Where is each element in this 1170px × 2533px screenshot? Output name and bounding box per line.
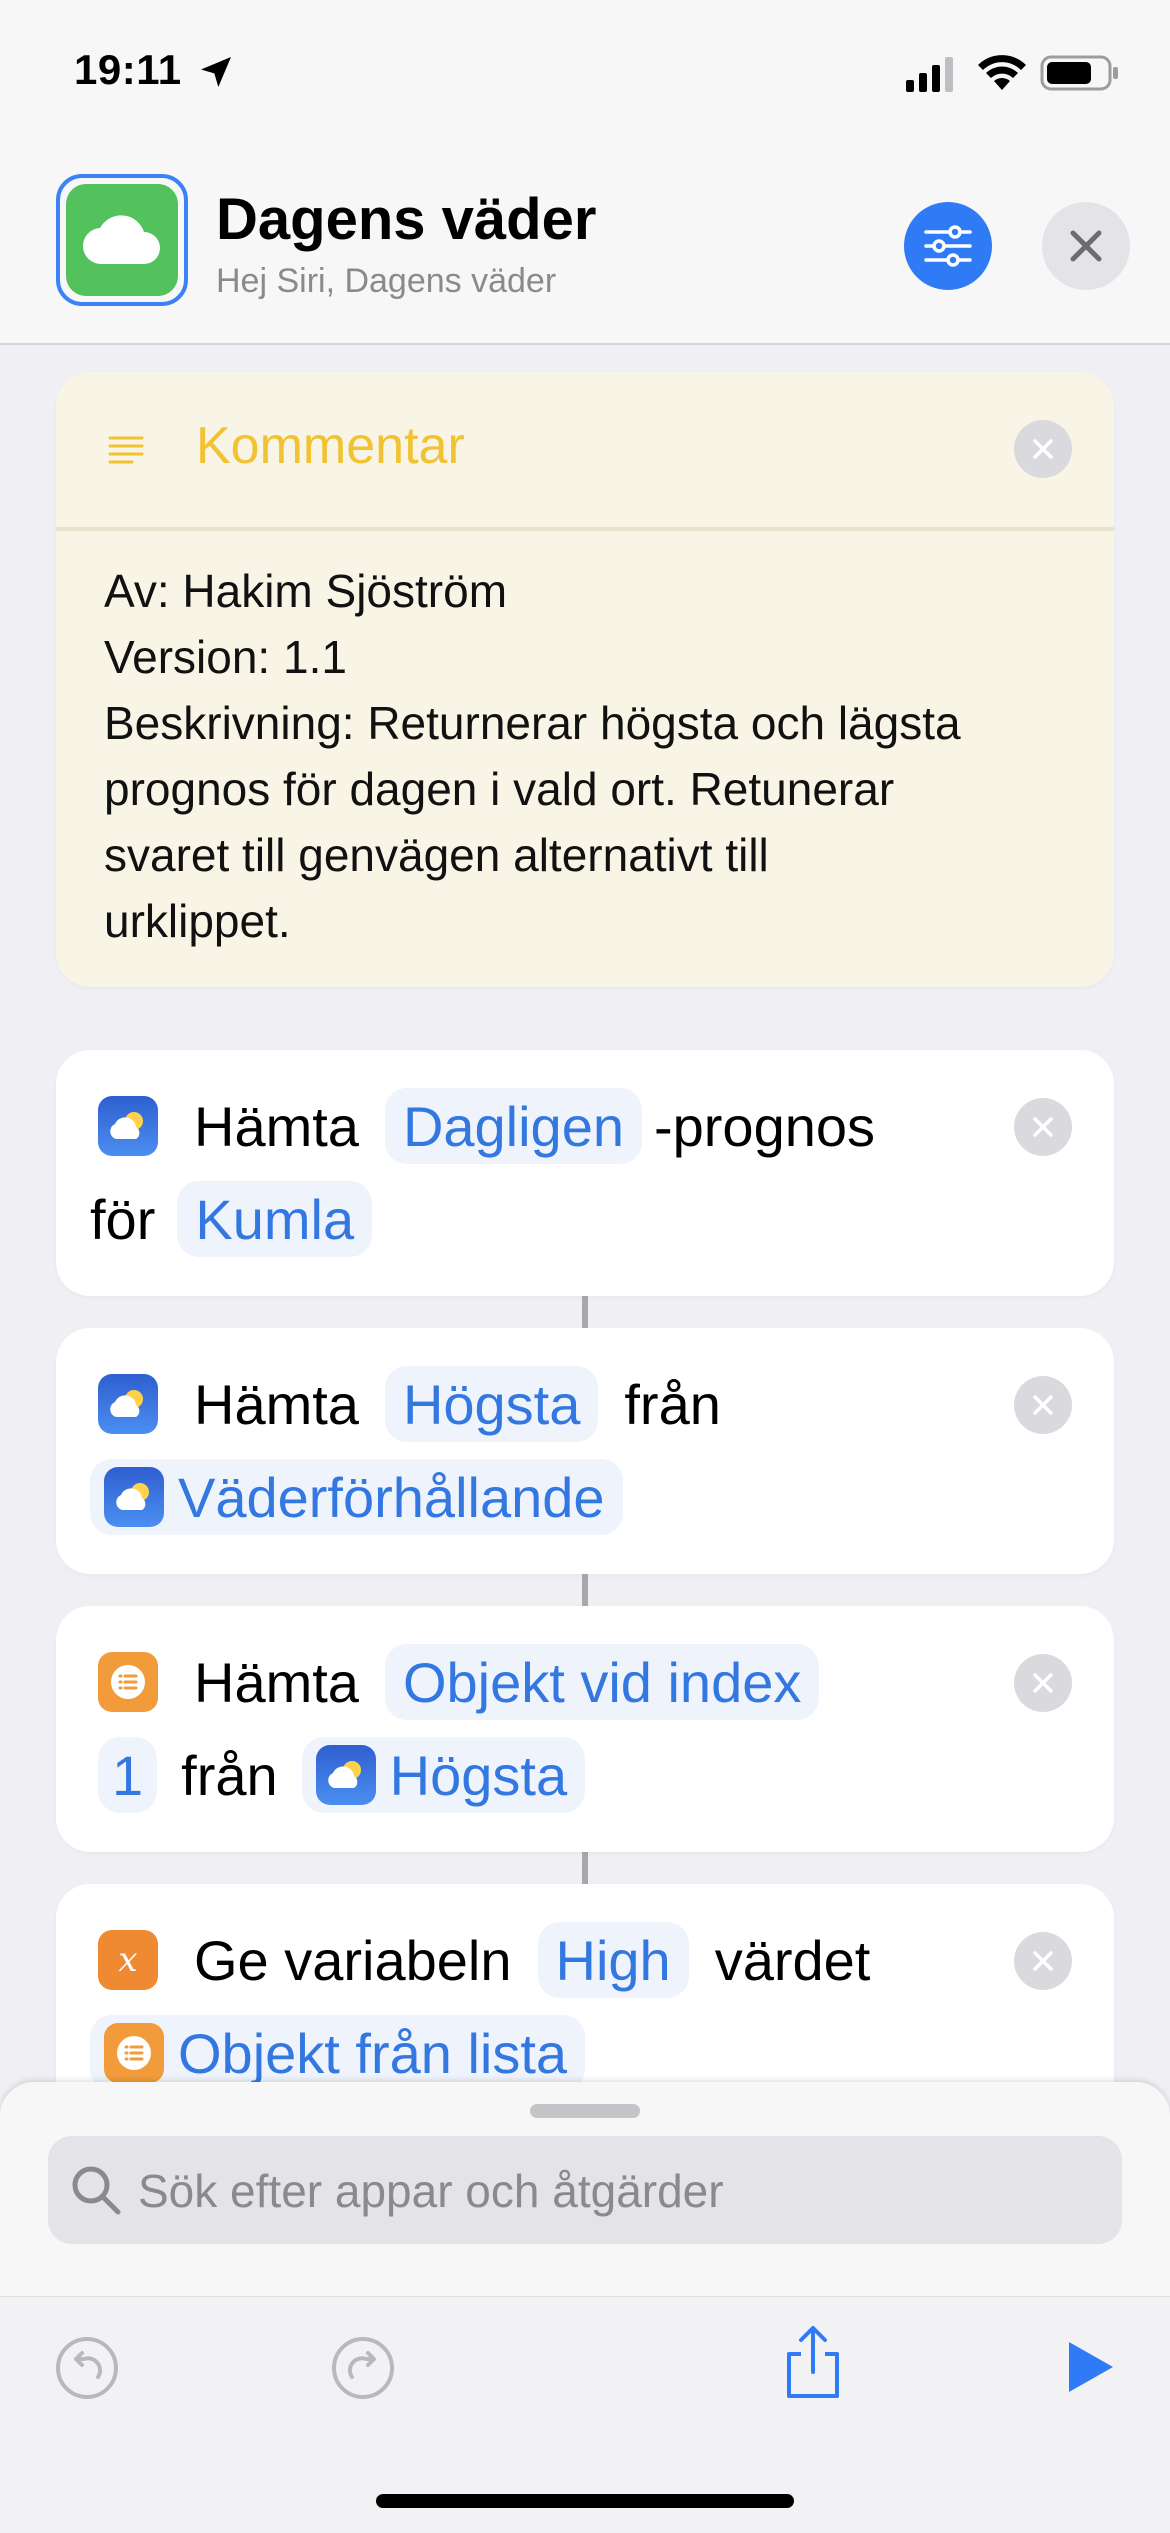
location-parameter[interactable]: Kumla <box>177 1181 373 1257</box>
close-icon <box>1033 1951 1053 1971</box>
run-button[interactable] <box>1060 2333 1120 2401</box>
list-icon <box>98 1652 158 1712</box>
close-icon <box>1070 230 1102 262</box>
share-icon <box>787 2326 839 2398</box>
weather-icon <box>98 1374 158 1434</box>
variable-name-parameter[interactable]: High <box>537 1922 689 1998</box>
action-text: från <box>624 1372 721 1436</box>
close-icon <box>1033 1117 1053 1137</box>
weather-icon <box>104 1467 164 1527</box>
comment-line: prognos för dagen i vald ort. Retunerar <box>104 763 895 815</box>
item-from-list-variable[interactable]: Objekt från lista <box>90 2015 586 2091</box>
undo-icon <box>56 2337 118 2399</box>
action-text: från <box>181 1743 278 1807</box>
status-bar: 19:11 <box>0 0 1170 150</box>
close-button[interactable] <box>1042 202 1130 290</box>
action-verb: Hämta <box>194 1650 359 1714</box>
search-icon <box>72 2166 121 2215</box>
battery-icon <box>1040 55 1118 91</box>
action-text: för <box>90 1187 156 1251</box>
list-icon <box>104 2023 164 2083</box>
redo-button[interactable] <box>328 2333 398 2403</box>
text-lines-icon <box>108 436 144 464</box>
shortcut-header: Dagens väder Hej Siri, Dagens väder <box>0 150 1170 345</box>
comment-action[interactable]: Kommentar Av: Hakim Sjöström Version: 1.… <box>56 372 1114 987</box>
cellular-signal-icon <box>906 57 953 92</box>
shortcut-icon[interactable] <box>56 174 188 306</box>
variable-label: Väderförhållande <box>178 1465 605 1529</box>
action-connector <box>582 1852 588 1884</box>
variable-label: Högsta <box>389 1743 568 1807</box>
get-weather-detail-action[interactable]: Hämta Högsta från Väderförhållande <box>56 1328 1114 1574</box>
remove-action-button[interactable] <box>1014 1098 1072 1156</box>
share-button[interactable] <box>776 2319 850 2405</box>
forecast-type-parameter[interactable]: Dagligen <box>384 1088 642 1164</box>
get-weather-forecast-action[interactable]: Hämta Dagligen -prognos för Kumla <box>56 1050 1114 1296</box>
remove-action-button[interactable] <box>1014 1376 1072 1434</box>
variable-label: Objekt från lista <box>178 2021 568 2085</box>
weather-icon <box>315 1745 376 1805</box>
comment-line: Beskrivning: Returnerar högsta och lägst… <box>104 697 961 749</box>
close-icon <box>1033 1395 1053 1415</box>
comment-title: Kommentar <box>196 417 465 475</box>
sliders-icon <box>924 225 972 267</box>
settings-button[interactable] <box>904 202 992 290</box>
index-value-parameter[interactable]: 1 <box>98 1737 158 1813</box>
close-icon <box>1033 439 1053 459</box>
shortcut-title[interactable]: Dagens väder <box>216 186 596 253</box>
remove-action-button[interactable] <box>1014 1654 1072 1712</box>
action-connector <box>582 1574 588 1606</box>
comment-header: Kommentar <box>56 372 1114 531</box>
comment-text[interactable]: Av: Hakim Sjöström Version: 1.1 Beskrivn… <box>104 558 1064 954</box>
get-item-from-list-action[interactable]: Hämta Objekt vid index 1 från Högsta <box>56 1606 1114 1852</box>
undo-button[interactable] <box>52 2333 122 2403</box>
redo-icon <box>332 2337 394 2399</box>
action-connector <box>582 1296 588 1328</box>
wifi-icon <box>978 55 1026 90</box>
cloud-icon <box>82 215 160 265</box>
search-bar[interactable] <box>48 2136 1122 2246</box>
action-verb: Hämta <box>194 1094 359 1158</box>
remove-action-button[interactable] <box>1014 420 1072 478</box>
remove-action-button[interactable] <box>1014 1932 1072 1990</box>
highest-variable[interactable]: Högsta <box>301 1737 586 1813</box>
action-text: värdet <box>714 1928 871 1992</box>
action-verb: Hämta <box>194 1372 359 1436</box>
siri-phrase: Hej Siri, Dagens väder <box>216 262 557 300</box>
action-text: -prognos <box>653 1094 876 1158</box>
sheet-grabber[interactable] <box>530 2104 640 2118</box>
play-icon <box>1069 2342 1113 2392</box>
comment-line: Av: Hakim Sjöström <box>104 565 508 617</box>
location-arrow-icon <box>201 57 231 87</box>
close-icon <box>1033 1673 1053 1693</box>
search-input[interactable] <box>136 2136 1100 2246</box>
variable-icon: x <box>98 1930 158 1990</box>
item-index-parameter[interactable]: Objekt vid index <box>384 1644 820 1720</box>
detail-parameter[interactable]: Högsta <box>384 1366 599 1442</box>
weather-conditions-variable[interactable]: Väderförhållande <box>90 1459 623 1535</box>
action-verb: Ge variabeln <box>194 1928 512 1992</box>
comment-line: urklippet. <box>104 895 291 947</box>
status-time: 19:11 <box>74 46 182 93</box>
comment-line: svaret till genvägen alternativt till <box>104 829 769 881</box>
home-indicator[interactable] <box>376 2494 794 2508</box>
weather-icon <box>98 1096 158 1156</box>
comment-line: Version: 1.1 <box>104 631 347 683</box>
